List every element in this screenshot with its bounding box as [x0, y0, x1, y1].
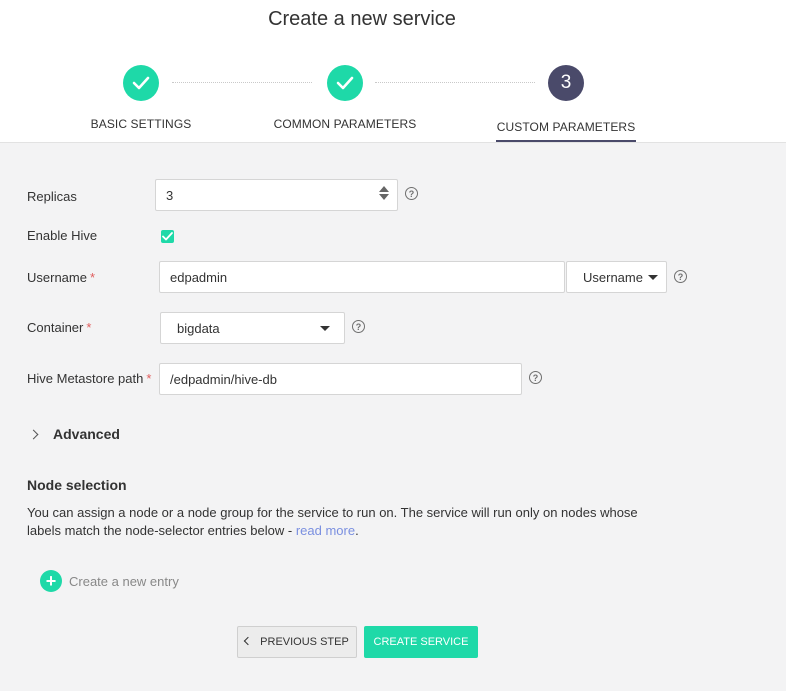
plus-icon: + [40, 570, 62, 592]
step-common-parameters[interactable]: COMMON PARAMETERS [265, 65, 425, 131]
container-select[interactable]: bigdata [160, 312, 345, 344]
description-end: . [355, 523, 359, 538]
username-type-dropdown[interactable]: Username [566, 261, 667, 293]
stepper-down-icon[interactable] [379, 194, 389, 200]
required-mark: * [86, 320, 92, 335]
read-more-link[interactable]: read more [296, 523, 355, 538]
metastore-label-text: Hive Metastore path [27, 371, 144, 386]
caret-down-icon [647, 274, 658, 280]
required-mark: * [146, 371, 152, 386]
required-mark: * [89, 270, 96, 285]
container-value: bigdata [177, 320, 220, 336]
create-service-button[interactable]: CREATE SERVICE [364, 626, 478, 658]
chevron-right-icon [28, 429, 39, 439]
previous-step-button[interactable]: PREVIOUS STEP [237, 626, 357, 658]
container-label-text: Container [27, 320, 84, 335]
metastore-label: Hive Metastore path * [27, 371, 151, 386]
help-icon[interactable]: ? [674, 270, 687, 283]
check-icon [123, 65, 159, 101]
create-entry-label: Create a new entry [69, 573, 179, 589]
help-icon[interactable]: ? [352, 320, 365, 333]
check-icon [327, 65, 363, 101]
replicas-input[interactable]: 3 [155, 179, 398, 211]
help-icon[interactable]: ? [529, 371, 542, 384]
username-input[interactable]: edpadmin [159, 261, 565, 293]
replicas-label: Replicas [27, 189, 77, 204]
username-label-text: Username [27, 270, 87, 285]
metastore-path-input[interactable]: /edpadmin/hive-db [159, 363, 522, 395]
chevron-left-icon [243, 636, 253, 646]
username-type-value: Username [583, 269, 643, 285]
step-basic-settings[interactable]: BASIC SETTINGS [61, 65, 221, 131]
step-custom-parameters[interactable]: 3 CUSTOM PARAMETERS [486, 65, 646, 134]
form-area: Replicas 3 ? Enable Hive Username * edpad… [0, 142, 786, 691]
caret-down-icon [320, 326, 330, 331]
replicas-stepper[interactable] [379, 186, 389, 200]
page-title: Create a new service [268, 8, 456, 30]
step-label: COMMON PARAMETERS [273, 117, 417, 131]
advanced-label: Advanced [53, 426, 120, 442]
node-selection-description: You can assign a node or a node group fo… [27, 504, 667, 540]
stepper-up-icon[interactable] [379, 186, 389, 192]
node-selection-title: Node selection [27, 477, 127, 493]
enable-hive-label: Enable Hive [27, 228, 98, 243]
previous-step-label: PREVIOUS STEP [260, 636, 349, 648]
check-icon [162, 232, 173, 241]
username-label: Username * [27, 270, 95, 285]
create-entry-button[interactable]: + Create a new entry [40, 570, 179, 592]
step-label: BASIC SETTINGS [90, 117, 192, 131]
advanced-toggle[interactable]: Advanced [28, 426, 120, 442]
container-label: Container * [27, 320, 91, 335]
replicas-value: 3 [166, 187, 174, 203]
wizard-header: Create a new service BASIC SETTINGS COMM… [0, 0, 786, 142]
help-icon[interactable]: ? [405, 187, 418, 200]
step-number: 3 [548, 65, 584, 101]
enable-hive-checkbox[interactable] [161, 230, 174, 243]
step-label: CUSTOM PARAMETERS [496, 120, 636, 134]
